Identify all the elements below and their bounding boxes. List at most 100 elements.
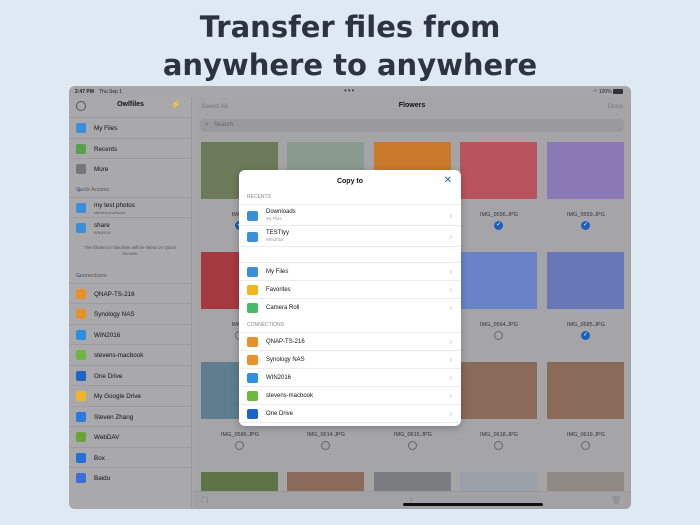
sheet-header: Copy to ✕: [239, 170, 461, 194]
photo-filename: IMG_0615.JPG: [394, 432, 432, 438]
destination-my-files[interactable]: My Files ›: [239, 262, 461, 280]
connection-item-synology-nas[interactable]: Synology NAS: [69, 303, 191, 324]
clock-icon: [76, 143, 86, 154]
destination-label: stevens-macbook: [266, 393, 314, 399]
checkmark-selected-icon[interactable]: ✓: [581, 331, 590, 340]
places-list: My Files › Favorites › Camera Roll ›: [239, 262, 461, 316]
quick-access-item-my-test-photos[interactable]: my test photos stevens-macbook: [69, 196, 191, 218]
destination-label: Downloads: [266, 209, 296, 215]
mac-icon: [247, 391, 258, 401]
destination-synology-nas[interactable]: Synology NAS ›: [239, 350, 461, 368]
connection-item-baidu[interactable]: Baidu: [69, 467, 191, 488]
destination-win2016[interactable]: WIN2016 ›: [239, 368, 461, 386]
chevron-right-icon: ›: [449, 355, 452, 364]
destination-camera-roll[interactable]: Camera Roll ›: [239, 298, 461, 316]
multitasking-dots-icon[interactable]: •••: [344, 86, 355, 95]
destination-my-google-drive[interactable]: My Google Drive›: [239, 422, 461, 426]
search-icon: ⌕: [205, 121, 209, 128]
chevron-down-icon[interactable]: ⌄: [76, 184, 179, 193]
bolt-icon[interactable]: ⚡: [171, 100, 181, 109]
connections-list: QNAP-TS-216 Synology NAS WIN2016 stevens-ma…: [69, 282, 191, 488]
more-icon: [76, 164, 86, 174]
sidebar-header: Owlfiles ⚡: [69, 97, 191, 117]
quick-access-header[interactable]: Quick Access ⌄: [69, 179, 191, 197]
close-icon[interactable]: ✕: [444, 175, 452, 186]
sidebar-item-recents[interactable]: Recents: [69, 137, 191, 159]
connection-label: QNAP-TS-216: [94, 290, 135, 298]
destination-favorites[interactable]: Favorites ›: [239, 280, 461, 298]
destination-stevens-macbook[interactable]: stevens-macbook ›: [239, 386, 461, 404]
connection-label: WebDAV: [94, 434, 120, 441]
sidebar-item-label: My Files: [94, 125, 118, 132]
connection-item-my-google-drive[interactable]: My Google Drive: [69, 385, 191, 406]
photo-thumbnail[interactable]: [460, 142, 537, 199]
sidebar-item-my-files[interactable]: My Files: [69, 117, 191, 138]
search-input[interactable]: ⌕ Search: [200, 119, 624, 132]
status-bar: 2:47 PM Thu Sep 1 ••• ◠ 100%: [69, 86, 631, 97]
connection-item-steven-zhang[interactable]: Steven Zhang: [69, 405, 191, 427]
folder-icon: [76, 202, 86, 213]
box-icon: [76, 452, 86, 463]
destination-testtyy[interactable]: TESTtyy WIN2016 ›: [239, 225, 461, 246]
connections-header[interactable]: Connections ⌄: [69, 265, 191, 283]
connection-item-one-drive[interactable]: One Drive: [69, 364, 191, 386]
checkmark-selected-icon[interactable]: ✓: [581, 221, 590, 230]
checkbox-empty-icon[interactable]: [494, 441, 503, 450]
nas-icon: [247, 355, 258, 365]
chevron-right-icon: ›: [449, 267, 452, 276]
home-indicator: [403, 503, 543, 506]
checkbox-empty-icon[interactable]: [321, 441, 330, 450]
windows-icon: [247, 373, 258, 383]
checkbox-empty-icon[interactable]: [408, 441, 417, 450]
photo-filename: IMG_0614.JPG: [307, 432, 345, 438]
photo-filename: IMG_0618.JPG: [480, 432, 518, 438]
photo-thumbnail[interactable]: [547, 362, 624, 419]
photo-filename: IMG_0564.JPG: [480, 322, 518, 328]
sidebar-item-more[interactable]: More: [69, 158, 191, 179]
connection-label: Box: [94, 454, 105, 462]
checkbox-empty-icon[interactable]: [494, 331, 503, 340]
destination-one-drive[interactable]: One Drive ›: [239, 404, 461, 422]
photo-thumbnail[interactable]: [547, 252, 624, 309]
destination-downloads[interactable]: Downloads My Files ›: [239, 204, 461, 225]
status-date: Thu Sep 1: [99, 89, 123, 95]
chevron-down-icon[interactable]: ⌄: [76, 270, 179, 279]
connection-item-stevens-macbook[interactable]: stevens-macbook: [69, 344, 191, 365]
quick-access-label: my test photos: [94, 201, 135, 209]
copy-icon[interactable]: ❐: [201, 496, 208, 505]
connections-section-title: CONNECTIONS: [247, 322, 284, 328]
checkbox-empty-icon[interactable]: [235, 441, 244, 450]
photo-thumbnail[interactable]: [547, 142, 624, 199]
destination-qnap-ts-216[interactable]: QNAP-TS-216 ›: [239, 332, 461, 350]
folder-icon: [247, 232, 258, 242]
connection-item-box[interactable]: Box: [69, 446, 191, 468]
copy-to-sheet: Copy to ✕ RECENTS Downloads My Files › TEST…: [239, 170, 461, 426]
destination-label: One Drive: [266, 411, 294, 417]
checkbox-empty-icon[interactable]: [581, 441, 590, 450]
sidebar-item-label: Recents: [94, 145, 118, 153]
folder-title: Flowers: [398, 102, 426, 109]
sheet-connections-list: QNAP-TS-216 › Synology NAS › WIN2016 › stevens…: [239, 332, 461, 426]
recents-list: Downloads My Files › TESTtyy WIN2016 ›: [239, 204, 461, 246]
quick-access-item-share[interactable]: share WIN2016: [69, 217, 191, 238]
quick-access-note: The folders in favorites will be listed …: [84, 244, 176, 256]
connection-item-webdav[interactable]: WebDAV: [69, 426, 191, 447]
photo-thumbnail[interactable]: [460, 362, 537, 419]
cloud-icon: [76, 370, 86, 381]
destination-label: Synology NAS: [266, 357, 305, 363]
search-placeholder: Search: [214, 122, 234, 128]
chevron-right-icon: ›: [449, 337, 452, 346]
trash-icon[interactable]: 🗑: [611, 496, 621, 505]
photo-thumbnail[interactable]: [460, 252, 537, 309]
connection-item-win2016[interactable]: WIN2016: [69, 323, 191, 345]
destination-sub: My Files: [266, 216, 282, 221]
connection-item-qnap-ts-216[interactable]: QNAP-TS-216: [69, 282, 191, 304]
done-button[interactable]: Done: [607, 103, 623, 110]
destination-label: QNAP-TS-216: [266, 339, 305, 345]
sidebar-nav: My Files Recents More: [69, 117, 191, 179]
baidu-icon: [76, 473, 86, 483]
webdav-icon: [76, 432, 86, 442]
checkmark-selected-icon[interactable]: ✓: [494, 221, 503, 230]
connection-label: Steven Zhang: [94, 413, 134, 421]
battery-indicator: ◠ 100%: [593, 89, 623, 95]
